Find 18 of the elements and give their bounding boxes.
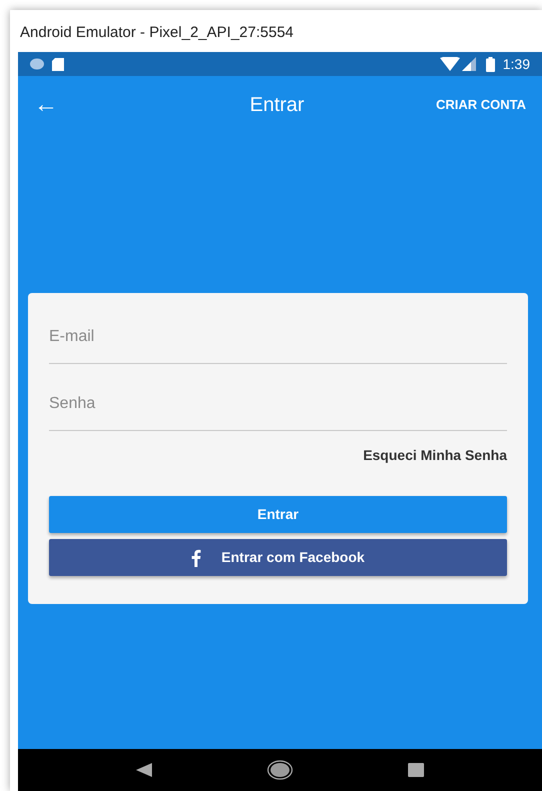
battery-icon — [486, 56, 495, 72]
home-nav-icon[interactable] — [266, 760, 293, 780]
input-field[interactable]: E-mail — [49, 305, 507, 364]
facebook-icon — [191, 548, 202, 566]
back-nav-icon[interactable] — [136, 762, 152, 778]
facebook-login-button[interactable]: Entrar com Facebook — [49, 539, 507, 576]
window-title: Android Emulator - Pixel_2_API_27:5554 — [19, 23, 295, 43]
app-bar-title: Entrar — [248, 93, 306, 118]
login-button[interactable]: Entrar — [49, 496, 507, 533]
create-account-button[interactable]: CRIAR CONTA — [436, 95, 526, 115]
back-button[interactable]: ← — [34, 93, 58, 117]
input-field[interactable]: Senha — [49, 372, 507, 431]
recents-nav-icon[interactable] — [408, 763, 424, 777]
signal-icon — [462, 57, 476, 71]
sd-card-icon — [52, 58, 64, 70]
status-time: 1:39 — [502, 54, 530, 74]
forgot-password-link[interactable]: Esqueci Minha Senha — [49, 445, 507, 466]
notification-dot-icon — [30, 58, 44, 70]
